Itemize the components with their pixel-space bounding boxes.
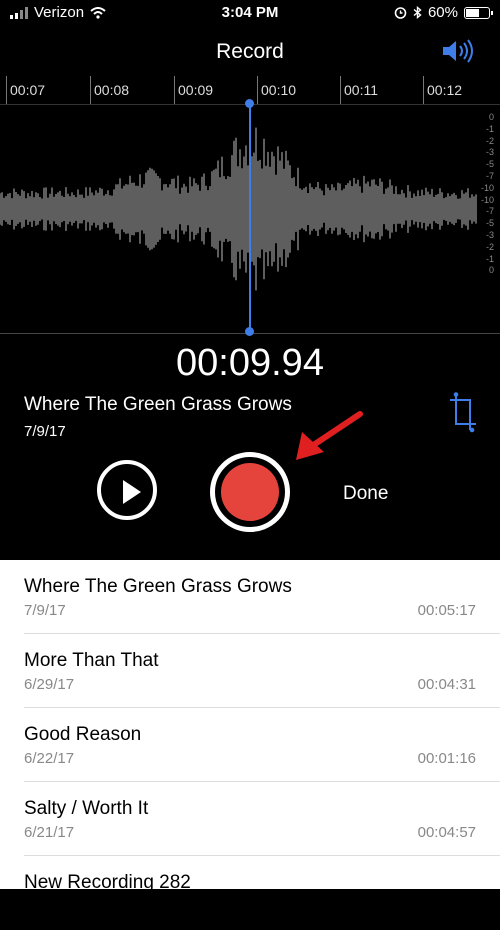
timeline-tick — [423, 76, 424, 104]
db-scale: 0 -1 -2 -3 -5 -7 -10 -10 -7 -5 -3 -2 -1 0 — [481, 112, 494, 277]
timeline-tick — [257, 76, 258, 104]
timeline-tick — [6, 76, 7, 104]
alarm-icon — [394, 7, 407, 19]
list-item[interactable]: Good Reason 6/22/17 00:01:16 — [0, 708, 500, 782]
list-item-duration: 00:04:57 — [417, 824, 476, 841]
list-item-duration: 00:05:17 — [417, 602, 476, 619]
db-scale-label: -1 — [485, 253, 494, 264]
timeline-tick-label: 00:08 — [94, 82, 130, 98]
db-scale-label: -10 — [480, 194, 494, 205]
page-title: Record — [216, 40, 284, 63]
timeline-tick — [340, 76, 341, 104]
speaker-icon[interactable] — [440, 36, 476, 66]
record-icon — [221, 463, 279, 521]
db-scale-label: -3 — [485, 229, 494, 240]
list-item-date: 6/29/17 — [24, 676, 75, 693]
timeline-tick-label: 00:12 — [427, 82, 463, 98]
list-item-name: Where The Green Grass Grows — [24, 576, 292, 597]
recording-title[interactable]: Where The Green Grass Grows — [24, 394, 292, 416]
db-scale-label: -5 — [485, 159, 494, 170]
list-item-duration: 00:01:16 — [417, 750, 476, 767]
trim-icon[interactable] — [448, 392, 478, 434]
done-button[interactable]: Done — [343, 483, 388, 505]
db-scale-label: -5 — [485, 218, 494, 229]
current-time: 00:09.94 — [176, 342, 324, 384]
waveform-bars — [0, 127, 477, 291]
list-item[interactable]: More Than That 6/29/17 00:04:31 — [0, 634, 500, 708]
status-bar: Verizon 3:04 PM 60% — [0, 0, 500, 26]
db-scale-label: -7 — [485, 170, 494, 181]
playhead-bottom-handle[interactable] — [245, 327, 254, 336]
timeline-tick-label: 00:09 — [178, 82, 214, 98]
db-scale-label: -2 — [485, 135, 494, 146]
list-item[interactable]: Salty / Worth It 6/21/17 00:04:57 — [0, 782, 500, 856]
playhead-top-handle[interactable] — [245, 99, 254, 108]
timeline-tick-label: 00:11 — [344, 82, 378, 98]
db-scale-label: -7 — [485, 206, 494, 217]
record-button[interactable] — [210, 452, 290, 532]
list-item-name: Good Reason — [24, 724, 142, 745]
db-scale-label: -3 — [485, 147, 494, 158]
timeline-tick — [174, 76, 175, 104]
list-item-date: 7/9/17 — [24, 602, 66, 619]
timeline-tick-label: 00:07 — [10, 82, 46, 98]
battery-icon — [464, 6, 493, 19]
list-item-date: 6/21/17 — [24, 824, 75, 841]
status-right: 60% — [394, 4, 493, 21]
timeline-tick-label: 00:10 — [261, 82, 297, 98]
bluetooth-icon — [413, 6, 422, 19]
timeline-tick — [90, 76, 91, 104]
db-scale-label: -2 — [485, 241, 494, 252]
list-item-name: More Than That — [24, 650, 159, 671]
list-item-date: 6/22/17 — [24, 750, 75, 767]
list-item-name: Salty / Worth It — [24, 798, 149, 819]
recordings-list: Where The Green Grass Grows 7/9/17 00:05… — [0, 560, 500, 893]
db-scale-label: -10 — [480, 182, 494, 193]
battery-percent: 60% — [427, 4, 458, 21]
db-scale-label: -1 — [485, 123, 494, 134]
playhead[interactable] — [249, 103, 251, 331]
play-button[interactable] — [97, 460, 157, 520]
list-item-duration: 00:04:31 — [417, 676, 476, 693]
recording-date: 7/9/17 — [24, 423, 66, 440]
db-scale-label: 0 — [488, 265, 494, 276]
annotation-arrow — [296, 411, 363, 460]
list-item[interactable]: New Recording 282 — [0, 856, 500, 930]
list-item-name: New Recording 282 — [24, 872, 191, 893]
db-scale-label: 0 — [488, 112, 494, 122]
list-item[interactable]: Where The Green Grass Grows 7/9/17 00:05… — [0, 560, 500, 634]
play-icon — [123, 480, 141, 504]
